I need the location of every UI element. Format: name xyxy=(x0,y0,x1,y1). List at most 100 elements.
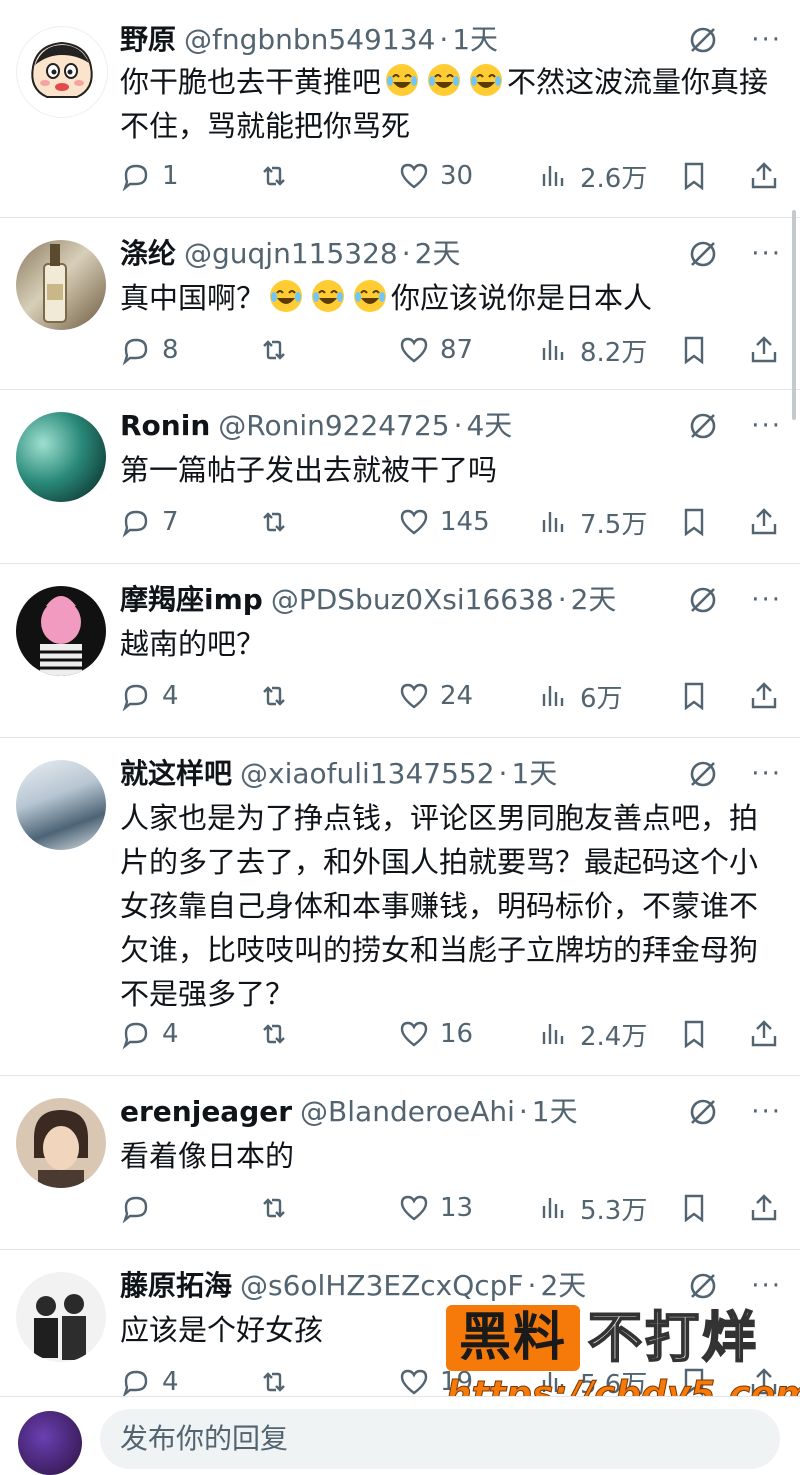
retweet-icon xyxy=(263,512,285,532)
grok-icon[interactable] xyxy=(687,758,719,790)
like-button[interactable]: 13 xyxy=(398,1186,473,1230)
avatar[interactable] xyxy=(16,240,106,330)
author-name[interactable]: 摩羯座imp xyxy=(120,580,263,620)
like-button[interactable]: 24 xyxy=(398,674,473,718)
share-button[interactable] xyxy=(748,500,780,544)
retweet-button[interactable] xyxy=(258,328,290,372)
timestamp[interactable]: 4天 xyxy=(466,406,512,446)
timestamp[interactable]: 2天 xyxy=(571,580,617,620)
watermark-logo-text: 不打烊 xyxy=(587,1305,759,1370)
reply-text: 你干脆也去干黄推吧 不然这波流量你真接不住，骂就能把你骂死 xyxy=(120,60,772,148)
reply-button[interactable]: 1 xyxy=(120,154,179,198)
author-name[interactable]: 藤原拓海 xyxy=(120,1266,232,1306)
avatar[interactable] xyxy=(16,26,108,118)
retweet-button[interactable] xyxy=(258,1186,290,1230)
like-button[interactable]: 16 xyxy=(398,1012,473,1056)
share-icon xyxy=(751,1020,777,1047)
timestamp[interactable]: 2天 xyxy=(540,1266,586,1306)
avatar[interactable] xyxy=(16,1098,106,1188)
laughing-tears-emoji-icon xyxy=(428,64,461,96)
like-button[interactable]: 30 xyxy=(398,154,473,198)
bookmark-icon xyxy=(684,1020,704,1049)
grok-icon[interactable] xyxy=(687,238,719,270)
views-button[interactable]: 5.3万 xyxy=(538,1186,647,1230)
views-button[interactable]: 2.4万 xyxy=(538,1012,647,1056)
grok-icon[interactable] xyxy=(687,24,719,56)
reply-button[interactable]: 4 xyxy=(120,674,179,718)
author-handle[interactable]: @Ronin9224725 xyxy=(218,406,449,446)
views-button[interactable]: 6万 xyxy=(538,674,623,718)
grok-icon[interactable] xyxy=(687,410,719,442)
author-handle[interactable]: @BlanderoeAhi xyxy=(300,1092,515,1132)
bookmark-icon xyxy=(684,508,704,537)
more-options-icon[interactable]: ··· xyxy=(751,413,782,439)
author-name[interactable]: Ronin xyxy=(120,406,210,446)
reply-item[interactable]: Ronin @Ronin9224725 · 4天 ··· 第一篇帖子发出去就被干… xyxy=(0,390,800,564)
share-button[interactable] xyxy=(748,328,780,372)
retweet-button[interactable] xyxy=(258,154,290,198)
reply-item[interactable]: 涤纶 @guqjn115328 · 2天 ··· 真中国啊？ 你应该说你是日本人 … xyxy=(0,218,800,390)
share-button[interactable] xyxy=(748,154,780,198)
author-name[interactable]: erenjeager xyxy=(120,1092,292,1132)
author-name[interactable]: 野原 xyxy=(120,20,176,60)
bookmark-button[interactable] xyxy=(678,154,710,198)
reply-button[interactable] xyxy=(120,1186,162,1230)
more-options-icon[interactable]: ··· xyxy=(751,1099,782,1125)
heart-icon xyxy=(400,1021,428,1047)
bookmark-button[interactable] xyxy=(678,328,710,372)
timestamp[interactable]: 1天 xyxy=(511,754,557,794)
retweet-button[interactable] xyxy=(258,1012,290,1056)
more-options-icon[interactable]: ··· xyxy=(751,1273,782,1299)
author-name[interactable]: 就这样吧 xyxy=(120,754,232,794)
avatar[interactable] xyxy=(16,586,106,676)
like-button[interactable]: 87 xyxy=(398,328,473,372)
reply-item[interactable]: erenjeager @BlanderoeAhi · 1天 ··· 看着像日本的… xyxy=(0,1076,800,1250)
author-handle[interactable]: @fngbnbn549134 xyxy=(184,20,435,60)
share-button[interactable] xyxy=(748,674,780,718)
bookmark-icon xyxy=(684,1194,704,1223)
share-button[interactable] xyxy=(748,1012,780,1056)
grok-icon[interactable] xyxy=(687,1270,719,1302)
author-name[interactable]: 涤纶 xyxy=(120,234,176,274)
scrollbar[interactable] xyxy=(792,210,796,420)
avatar[interactable] xyxy=(16,1272,106,1362)
current-user-avatar[interactable] xyxy=(18,1411,82,1475)
bookmark-button[interactable] xyxy=(678,500,710,544)
author-handle[interactable]: @s6olHZ3EZcxQcpF xyxy=(240,1266,524,1306)
share-button[interactable] xyxy=(748,1186,780,1230)
retweet-button[interactable] xyxy=(258,674,290,718)
grok-icon[interactable] xyxy=(687,1096,719,1128)
author-handle[interactable]: @PDSbuz0Xsi16638 xyxy=(271,580,554,620)
reply-input[interactable]: 发布你的回复 xyxy=(100,1409,780,1469)
timestamp[interactable]: 2天 xyxy=(415,234,461,274)
reply-button[interactable]: 4 xyxy=(120,1012,179,1056)
author-handle[interactable]: @xiaofuli1347552 xyxy=(240,754,495,794)
more-options-icon[interactable]: ··· xyxy=(751,241,782,267)
bookmark-button[interactable] xyxy=(678,674,710,718)
author-handle[interactable]: @guqjn115328 xyxy=(184,234,398,274)
reply-count: 1 xyxy=(162,161,179,191)
reply-item[interactable]: 野原 @fngbnbn549134 · 1天 ··· 你干脆也去干黄推吧 不然这波… xyxy=(0,0,800,218)
retweet-button[interactable] xyxy=(258,500,290,544)
reply-icon xyxy=(122,164,148,192)
reply-item[interactable]: 就这样吧 @xiaofuli1347552 · 1天 ··· 人家也是为了挣点钱… xyxy=(0,738,800,1076)
views-button[interactable]: 7.5万 xyxy=(538,500,647,544)
more-options-icon[interactable]: ··· xyxy=(751,587,782,613)
bookmark-button[interactable] xyxy=(678,1012,710,1056)
more-options-icon[interactable]: ··· xyxy=(751,761,782,787)
avatar[interactable] xyxy=(16,760,106,850)
views-count: 6万 xyxy=(580,683,623,714)
views-button[interactable]: 8.2万 xyxy=(538,328,647,372)
heart-icon xyxy=(400,1195,428,1221)
bookmark-button[interactable] xyxy=(678,1186,710,1230)
like-button[interactable]: 145 xyxy=(398,500,490,544)
grok-icon[interactable] xyxy=(687,584,719,616)
views-button[interactable]: 2.6万 xyxy=(538,154,647,198)
timestamp[interactable]: 1天 xyxy=(452,20,498,60)
reply-button[interactable]: 8 xyxy=(120,328,179,372)
reply-item[interactable]: 摩羯座imp @PDSbuz0Xsi16638 · 2天 ··· 越南的吧？ 4… xyxy=(0,564,800,738)
avatar[interactable] xyxy=(16,412,106,502)
more-options-icon[interactable]: ··· xyxy=(751,27,782,53)
reply-button[interactable]: 7 xyxy=(120,500,179,544)
timestamp[interactable]: 1天 xyxy=(532,1092,578,1132)
